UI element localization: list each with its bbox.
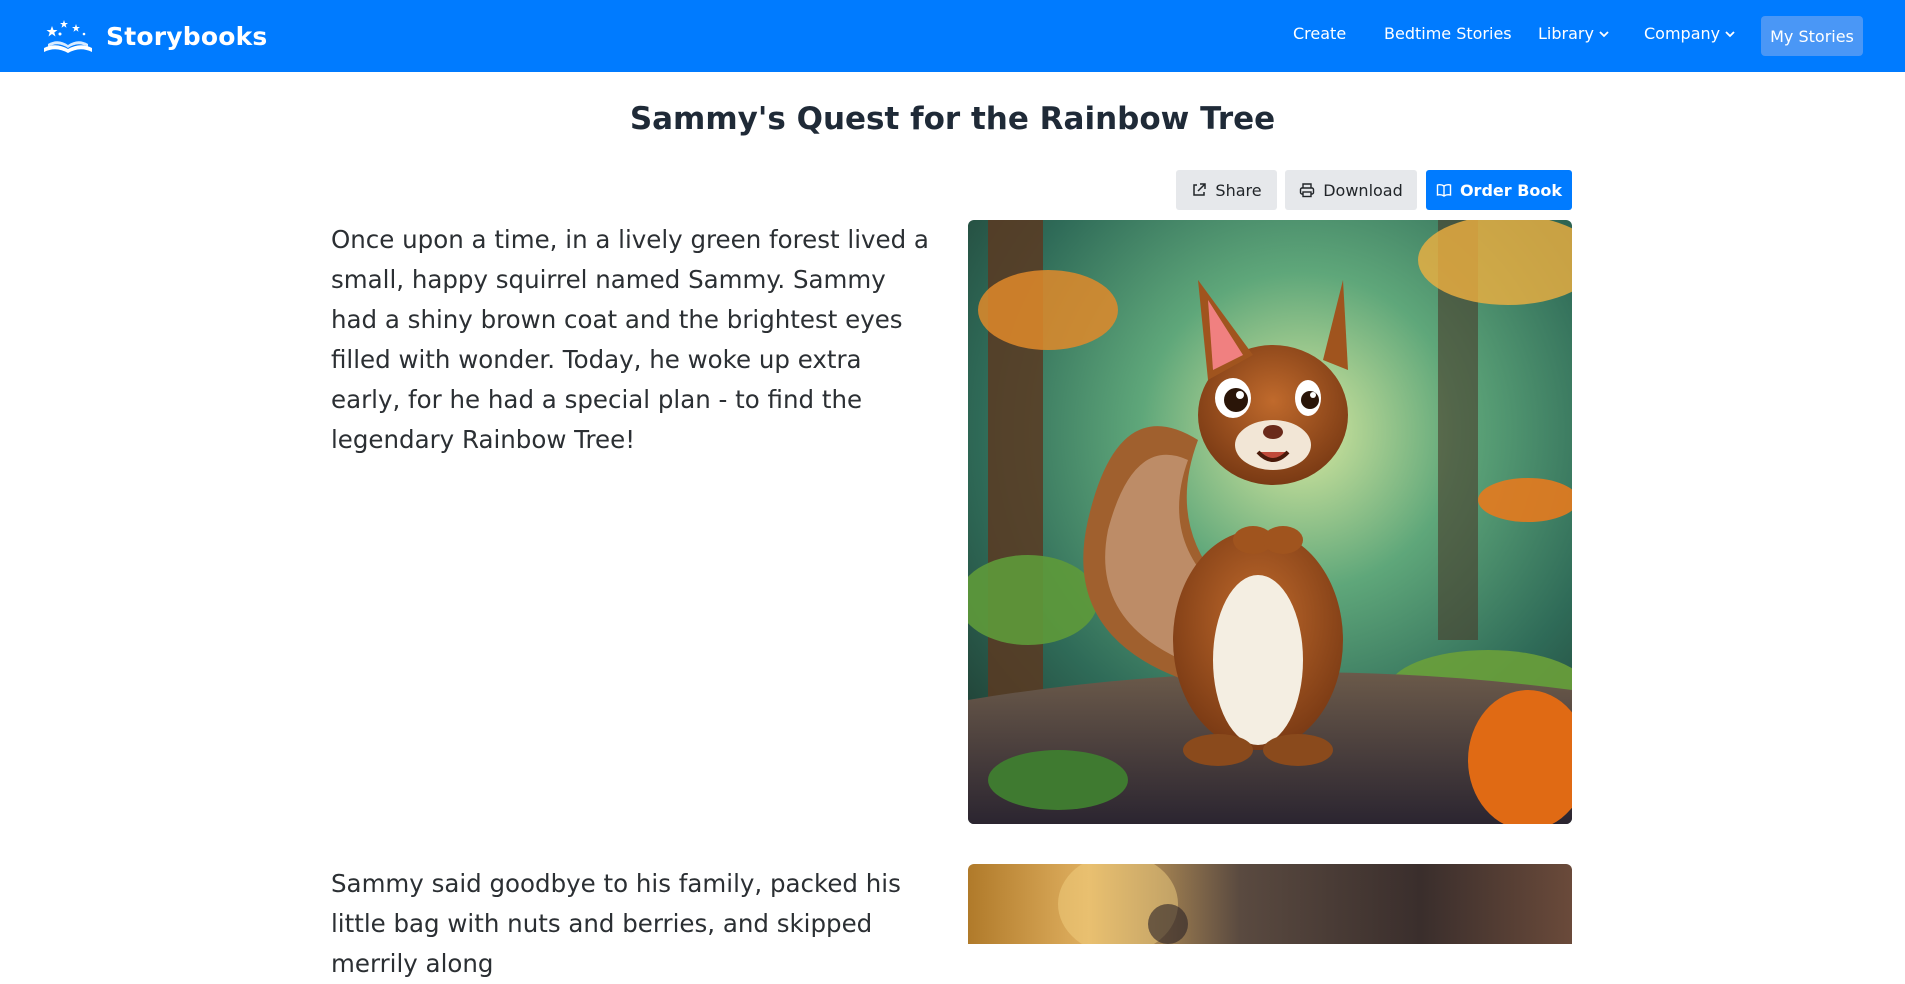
story-page-1-illustration	[968, 220, 1572, 824]
download-label: Download	[1323, 180, 1403, 200]
story-page-1-text: Once upon a time, in a lively green fore…	[331, 225, 929, 454]
chevron-down-icon	[1725, 30, 1735, 37]
share-button[interactable]: Share	[1176, 170, 1277, 210]
top-navbar: Storybooks Create Bedtime Stories Librar…	[0, 0, 1905, 72]
book-stars-logo-icon	[44, 20, 92, 53]
order-book-label: Order Book	[1459, 180, 1563, 200]
brand-home-link[interactable]: Storybooks	[40, 16, 268, 56]
nav-bedtime-stories-link[interactable]: Bedtime Stories	[1384, 24, 1512, 43]
external-link-icon	[1193, 183, 1207, 196]
chevron-down-icon	[1599, 30, 1609, 37]
share-label: Share	[1215, 180, 1262, 200]
download-button[interactable]: Download	[1285, 170, 1417, 210]
nav-company-label: Company	[1644, 24, 1721, 43]
nav-library-label: Library	[1538, 24, 1594, 43]
printer-icon	[1300, 183, 1315, 198]
open-book-icon	[1436, 183, 1452, 197]
my-stories-label: My Stories	[1770, 26, 1854, 46]
my-stories-button[interactable]: My Stories	[1761, 16, 1863, 56]
order-book-button[interactable]: Order Book	[1426, 170, 1572, 210]
story-title: Sammy's Quest for the Rainbow Tree	[629, 101, 1276, 137]
nav-create-link[interactable]: Create	[1293, 24, 1346, 43]
story-page-2-illustration	[968, 864, 1572, 944]
nav-library-dropdown[interactable]: Library	[1538, 24, 1610, 43]
story-page-2-text: Sammy said goodbye to his family, packed…	[331, 869, 901, 978]
nav-company-dropdown[interactable]: Company	[1644, 24, 1736, 43]
brand-name: Storybooks	[106, 21, 268, 51]
